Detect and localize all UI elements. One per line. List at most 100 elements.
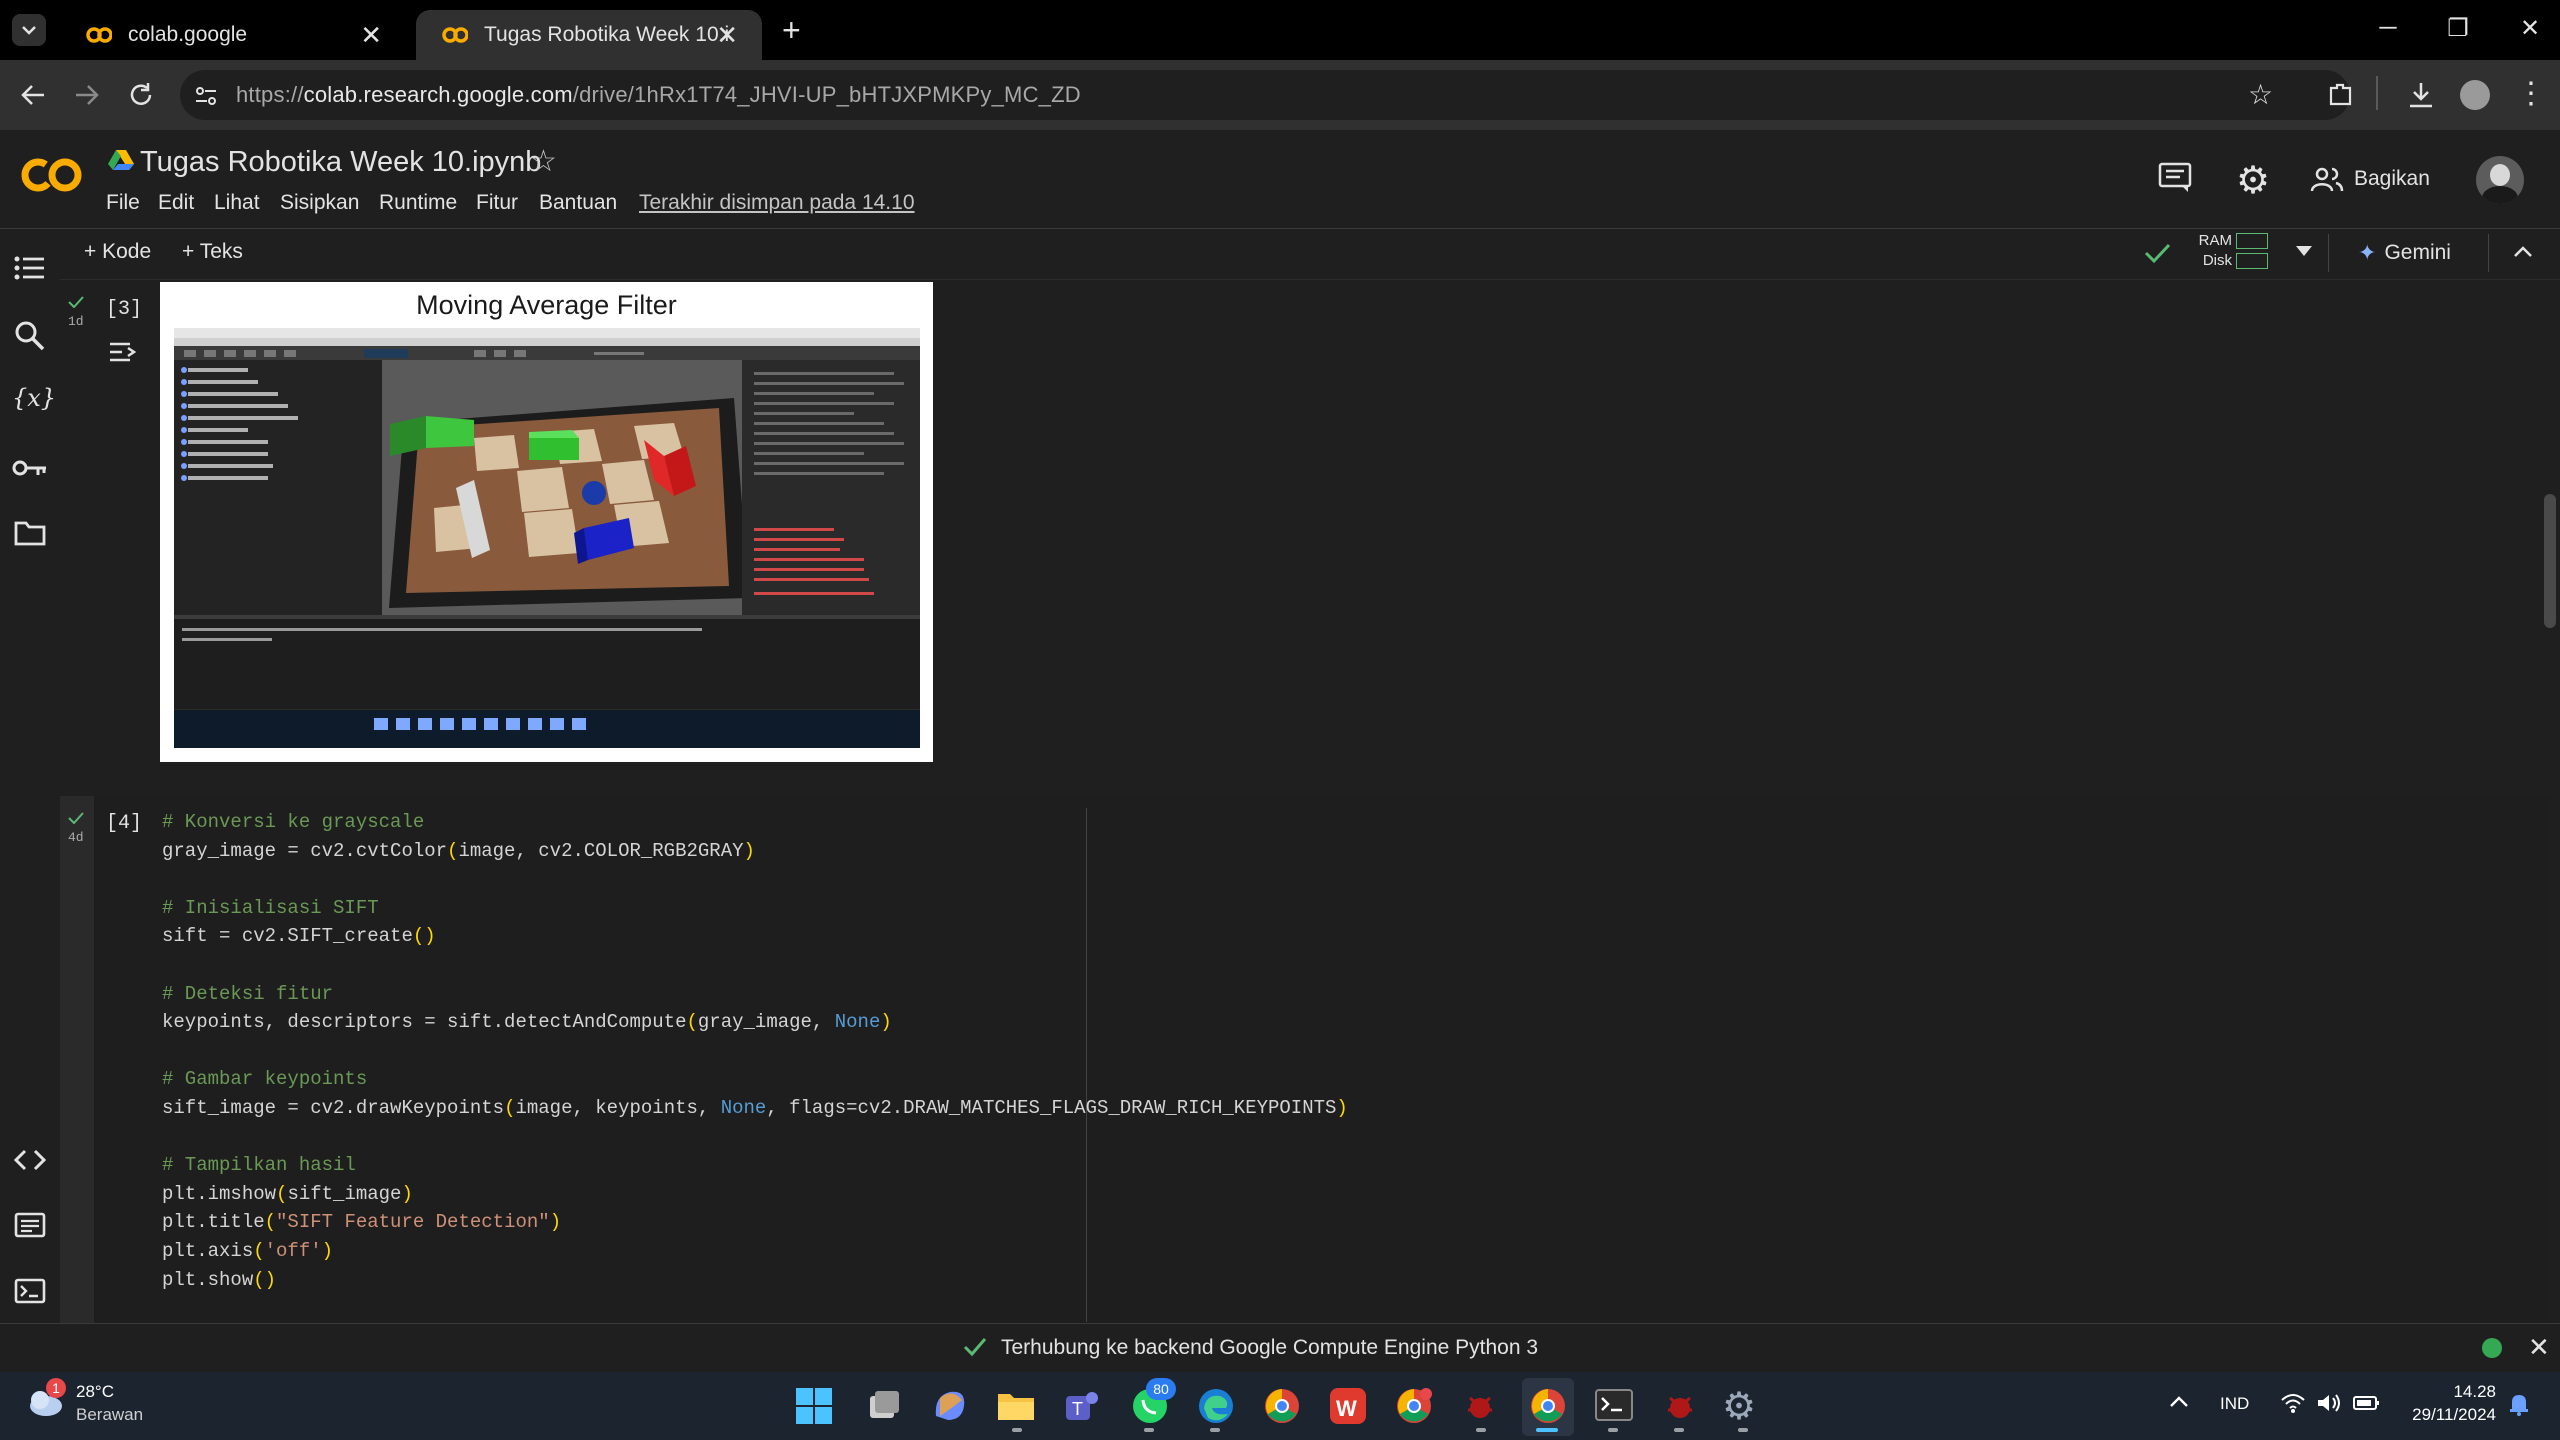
secrets-key-icon[interactable] [12, 456, 48, 480]
input-language[interactable]: IND [2220, 1394, 2249, 1414]
share-button[interactable]: Bagikan [2310, 160, 2430, 198]
menu-runtime[interactable]: Runtime [379, 191, 457, 215]
profile-avatar[interactable] [2460, 80, 2490, 110]
tray-overflow-chevron-icon[interactable] [2168, 1394, 2190, 1408]
star-notebook-icon[interactable]: ☆ [530, 144, 557, 179]
comments-icon[interactable] [2158, 162, 2192, 194]
cell-exec-count[interactable]: [3] [106, 298, 142, 321]
status-close-icon[interactable]: ✕ [2528, 1332, 2550, 1363]
status-indicator-dot [2482, 1338, 2502, 1358]
settings-gear-icon[interactable]: ⚙ [2236, 158, 2270, 203]
back-icon[interactable] [18, 80, 48, 110]
colab-logo-icon [21, 158, 82, 192]
extensions-icon[interactable] [2326, 80, 2356, 110]
tab-search-button[interactable] [12, 14, 46, 46]
search-icon[interactable] [14, 320, 46, 352]
svg-text:T: T [1072, 1399, 1083, 1419]
site-info-icon[interactable] [192, 82, 220, 110]
wifi-icon[interactable] [2280, 1392, 2306, 1414]
tab-title: Tugas Robotika Week 10.ipynb [484, 23, 729, 46]
battery-icon[interactable] [2352, 1394, 2380, 1412]
svg-text:W: W [1336, 1396, 1357, 1421]
cell-exec-count[interactable]: [4] [106, 812, 142, 835]
reload-icon[interactable] [126, 80, 156, 110]
download-icon[interactable] [2406, 80, 2436, 110]
weather-badge: 1 [46, 1378, 66, 1398]
ram-label: RAM [2198, 232, 2232, 249]
people-icon [2310, 167, 2344, 192]
chrome-profile-icon[interactable] [1394, 1386, 1434, 1426]
tab-close-icon[interactable]: ✕ [360, 20, 382, 51]
tab-title: colab.google [128, 23, 248, 46]
settings-app-icon[interactable]: ⚙ [1722, 1384, 1756, 1429]
notebook-scrollbar-thumb[interactable] [2544, 494, 2556, 628]
bookmark-star-icon[interactable]: ☆ [2248, 78, 2273, 111]
volume-icon[interactable] [2316, 1392, 2342, 1414]
new-tab-button[interactable]: + [782, 12, 801, 49]
clock-date[interactable]: 29/11/2024 [2400, 1405, 2496, 1425]
chrome-icon[interactable] [1262, 1386, 1302, 1426]
notebook-title[interactable]: Tugas Robotika Week 10.ipynb [140, 146, 541, 179]
collapse-header-icon[interactable] [2512, 244, 2534, 260]
terminal-app-icon[interactable] [1594, 1388, 1634, 1424]
add-text-button[interactable]: + Teks [182, 240, 243, 264]
forward-icon[interactable] [72, 80, 102, 110]
plot-title: Moving Average Filter [416, 290, 677, 320]
minimize-icon[interactable]: ─ [2368, 14, 2408, 46]
copilot-icon[interactable] [930, 1386, 970, 1426]
code-snippets-icon[interactable] [14, 1148, 46, 1172]
wps-office-icon[interactable]: W [1328, 1386, 1368, 1426]
add-code-button[interactable]: + Kode [84, 240, 151, 264]
runtime-dropdown-icon[interactable] [2296, 246, 2312, 256]
webots-scene-illustration [174, 328, 920, 748]
table-of-contents-icon[interactable] [14, 254, 46, 282]
teams-icon[interactable]: T [1062, 1386, 1102, 1426]
command-palette-icon[interactable] [14, 1212, 46, 1238]
menu-insert[interactable]: Sisipkan [280, 191, 359, 215]
colab-logo[interactable] [20, 150, 84, 200]
windows-start-icon[interactable] [794, 1386, 834, 1426]
menu-view[interactable]: Lihat [214, 191, 260, 215]
browser-tab-colab-google[interactable]: colab.google ✕ [60, 10, 406, 60]
chrome-active-icon[interactable] [1528, 1386, 1568, 1426]
browser-tab-notebook[interactable]: Tugas Robotika Week 10.ipynb ✕ [416, 10, 762, 60]
task-view-icon[interactable] [866, 1388, 902, 1424]
url-text[interactable]: https://colab.research.google.com/drive/… [236, 82, 1081, 108]
weather-temp[interactable]: 28°C [76, 1382, 114, 1402]
account-avatar[interactable] [2476, 156, 2524, 204]
colab-favicon-icon [442, 27, 468, 43]
output-actions-icon[interactable] [108, 338, 140, 368]
clock-time[interactable]: 14.28 [2400, 1382, 2496, 1402]
notifications-bell-icon[interactable] [2508, 1392, 2530, 1416]
menu-help[interactable]: Bantuan [539, 191, 617, 215]
last-saved-link[interactable]: Terakhir disimpan pada 14.10 [639, 191, 915, 215]
browser-menu-icon[interactable]: ⋮ [2516, 76, 2546, 111]
simulation-screenshot-image [174, 328, 920, 748]
running-indicator [1476, 1428, 1486, 1432]
tab-close-icon[interactable]: ✕ [716, 20, 738, 51]
variables-icon[interactable]: {x} [12, 384, 56, 412]
file-explorer-icon[interactable] [996, 1388, 1036, 1424]
menu-tools[interactable]: Fitur [476, 191, 518, 215]
running-indicator [1144, 1428, 1154, 1432]
restore-icon[interactable]: ❐ [2438, 14, 2478, 46]
code-editor[interactable]: # Konversi ke grayscale gray_image = cv2… [162, 808, 1348, 1294]
google-drive-icon[interactable] [108, 148, 134, 172]
cell-gutter [60, 796, 94, 1326]
menu-file[interactable]: File [106, 191, 140, 215]
gemini-button[interactable]: ✦ Gemini [2358, 240, 2451, 266]
terminal-icon[interactable] [14, 1278, 46, 1304]
webots-icon-2[interactable] [1660, 1386, 1700, 1426]
files-folder-icon[interactable] [14, 520, 46, 546]
resource-labels[interactable]: RAM Disk [2190, 231, 2232, 271]
connected-check-icon [2142, 240, 2172, 266]
toolbar-divider [2376, 76, 2378, 110]
webots-icon[interactable] [1460, 1386, 1500, 1426]
chevron-down-icon [22, 26, 36, 35]
edge-icon[interactable] [1196, 1386, 1236, 1426]
menu-edit[interactable]: Edit [158, 191, 194, 215]
window-close-icon[interactable]: ✕ [2510, 14, 2550, 46]
status-text[interactable]: Terhubung ke backend Google Compute Engi… [1001, 1336, 1538, 1360]
weather-desc[interactable]: Berawan [76, 1405, 143, 1425]
running-indicator [1674, 1428, 1684, 1432]
